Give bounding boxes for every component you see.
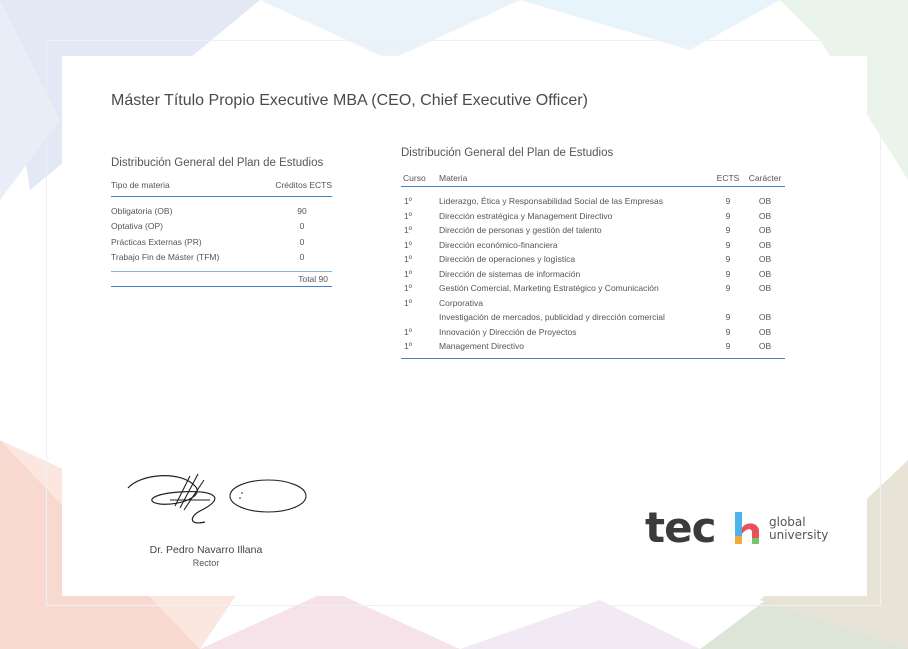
ects-cell: 9 bbox=[725, 196, 731, 207]
ects-cell: 9 bbox=[725, 341, 731, 352]
character-cell: OB bbox=[758, 268, 772, 279]
table-row: 1º Liderazgo, Ética y Responsabilidad Soc… bbox=[401, 194, 785, 209]
course-cell: 1º bbox=[404, 283, 412, 294]
logo-wordmark: tec bbox=[645, 503, 716, 552]
column-header-course: Curso bbox=[403, 172, 426, 183]
table-row: Investigación de mercados, publicidad y … bbox=[401, 310, 785, 325]
subject-type: Trabajo Fin de Máster (TFM) bbox=[111, 252, 220, 263]
credits-value: 90 bbox=[297, 205, 307, 216]
ects-cell: 9 bbox=[725, 225, 731, 236]
subject-cell: Innovación y Dirección de Proyectos bbox=[439, 326, 577, 337]
subject-cell: Dirección estratégica y Management Direc… bbox=[439, 210, 613, 221]
table-row: Obligatoria (OB) 90 bbox=[111, 203, 332, 219]
table-row: 1º Gestión Comercial, Marketing Estratégi… bbox=[401, 281, 785, 296]
subject-cell: Investigación de mercados, publicidad y … bbox=[439, 312, 665, 323]
subject-cell: Gestión Comercial, Marketing Estratégico… bbox=[439, 283, 659, 294]
table-row: 1º Innovación y Dirección de Proyectos 9 OB bbox=[401, 325, 785, 340]
credits-value: 0 bbox=[299, 221, 305, 232]
subject-cell: Dirección económico-financiera bbox=[439, 239, 558, 250]
course-cell: 1º bbox=[404, 196, 412, 207]
subject-type: Optativa (OP) bbox=[111, 221, 163, 232]
ects-cell: 9 bbox=[725, 210, 731, 221]
character-cell: OB bbox=[758, 239, 772, 250]
character-cell: OB bbox=[758, 210, 772, 221]
subject-cell: Liderazgo, Ética y Responsabilidad Socia… bbox=[439, 196, 663, 207]
subject-cell: Corporativa bbox=[439, 297, 483, 308]
subject-cell: Management Directivo bbox=[439, 341, 525, 352]
character-cell: OB bbox=[758, 196, 772, 207]
column-header-ects: ECTS bbox=[716, 172, 740, 183]
rector-role: Rector bbox=[192, 558, 220, 568]
character-cell: OB bbox=[758, 341, 772, 352]
character-cell: OB bbox=[758, 312, 772, 323]
course-cell: 1º bbox=[404, 341, 412, 352]
table-row: 1º Dirección estratégica y Management Dir… bbox=[401, 209, 785, 224]
subjects-table: Curso Materia ECTS Carácter 1º Liderazgo,… bbox=[401, 169, 785, 359]
course-cell: 1º bbox=[404, 210, 412, 221]
course-cell: 1º bbox=[404, 239, 412, 250]
subjects-distribution-heading: Distribución General del Plan de Estudio… bbox=[401, 147, 614, 159]
total-credits: Total 90 bbox=[111, 271, 332, 287]
character-cell: OB bbox=[758, 254, 772, 265]
credits-value: 0 bbox=[299, 236, 305, 247]
course-cell: 1º bbox=[404, 326, 412, 337]
column-header-credits: Créditos ECTS bbox=[275, 180, 332, 190]
ects-cell: 9 bbox=[725, 312, 731, 323]
ects-cell: 9 bbox=[725, 283, 731, 294]
logo-subtitle-line2: university bbox=[769, 528, 829, 542]
credits-value: 0 bbox=[299, 252, 305, 263]
subject-cell: Dirección de operaciones y logística bbox=[439, 254, 576, 265]
ects-cell: 9 bbox=[725, 268, 731, 279]
table-row: 1º Dirección de personas y gestión del ta… bbox=[401, 223, 785, 238]
table-row: 1º Management Directivo 9 OB bbox=[401, 339, 785, 354]
subject-cell: Dirección de sistemas de información bbox=[439, 268, 581, 279]
course-cell: 1º bbox=[404, 268, 412, 279]
general-distribution-table: Tipo de materia Créditos ECTS Obligatori… bbox=[111, 180, 332, 287]
ects-cell: 9 bbox=[725, 254, 731, 265]
rector-signature bbox=[127, 473, 307, 524]
subject-type: Prácticas Externas (PR) bbox=[111, 236, 202, 247]
table-row: Trabajo Fin de Máster (TFM) 0 bbox=[111, 250, 332, 266]
rector-name: Dr. Pedro Navarro Illana bbox=[149, 544, 263, 556]
character-cell: OB bbox=[758, 326, 772, 337]
table-row: Prácticas Externas (PR) 0 bbox=[111, 234, 332, 250]
logo-h-mark bbox=[735, 512, 759, 544]
character-cell: OB bbox=[758, 283, 772, 294]
ects-cell: 9 bbox=[725, 239, 731, 250]
document-title: Máster Título Propio Executive MBA (CEO,… bbox=[111, 92, 588, 109]
table-header: Curso Materia ECTS Carácter bbox=[401, 169, 785, 187]
course-cell: 1º bbox=[404, 297, 412, 308]
course-cell: 1º bbox=[404, 225, 412, 236]
table-row: 1º Dirección de operaciones y logística 9 O… bbox=[401, 252, 785, 267]
table-row: 1º Corporativa bbox=[401, 296, 785, 311]
course-cell: 1º bbox=[404, 254, 412, 265]
subject-cell: Dirección de personas y gestión del tale… bbox=[439, 225, 602, 236]
subjects-table-body: 1º Liderazgo, Ética y Responsabilidad Soc… bbox=[401, 187, 785, 359]
character-cell: OB bbox=[758, 225, 772, 236]
general-distribution-heading: Distribución General del Plan de Estudio… bbox=[111, 157, 324, 169]
table-header: Tipo de materia Créditos ECTS bbox=[111, 180, 332, 197]
subject-type: Obligatoria (OB) bbox=[111, 205, 173, 216]
table-row: 1º Dirección de sistemas de información 9 O… bbox=[401, 267, 785, 282]
logo-subtitle: global university bbox=[769, 516, 828, 542]
table-row: Optativa (OP) 0 bbox=[111, 219, 332, 235]
table-row: 1º Dirección económico-financiera 9 OB bbox=[401, 238, 785, 253]
column-header-character: Carácter bbox=[748, 172, 782, 183]
column-header-type: Tipo de materia bbox=[111, 180, 170, 190]
column-header-subject: Materia bbox=[439, 172, 468, 183]
ects-cell: 9 bbox=[725, 326, 731, 337]
